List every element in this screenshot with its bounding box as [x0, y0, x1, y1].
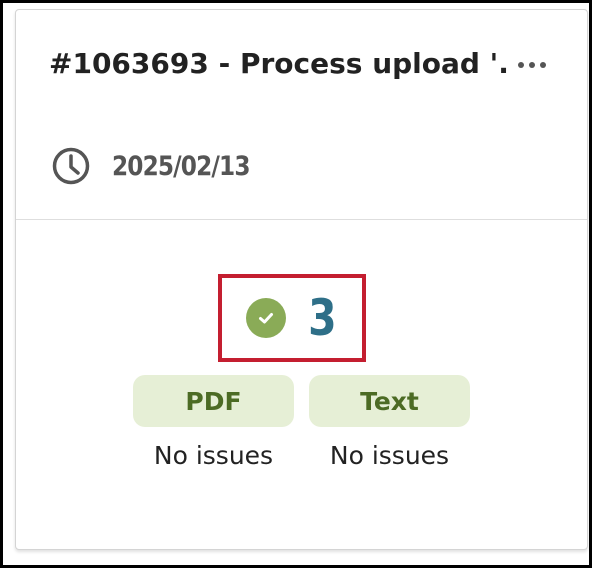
check-circle-icon — [245, 298, 286, 338]
pdf-check-badge[interactable]: PDF — [133, 375, 294, 427]
job-date: 2025/02/13 — [112, 150, 250, 182]
more-dot — [529, 62, 535, 68]
text-check-badge[interactable]: Text — [309, 375, 470, 427]
more-dot — [518, 62, 524, 68]
card-divider — [16, 219, 587, 220]
more-options-button[interactable] — [512, 48, 552, 82]
pdf-check-status: No issues — [153, 441, 274, 470]
job-title[interactable]: #1063693 - Process upload '... — [49, 44, 509, 84]
check-count: 3 — [307, 289, 337, 347]
text-check-status: No issues — [329, 441, 450, 470]
check-count-highlight[interactable]: 3 — [218, 274, 366, 362]
job-card: #1063693 - Process upload '... 2025/02/1… — [15, 9, 588, 550]
screenshot-frame: #1063693 - Process upload '... 2025/02/1… — [0, 0, 592, 568]
date-row: 2025/02/13 — [51, 144, 272, 188]
more-dot — [540, 62, 546, 68]
clock-icon — [52, 147, 90, 185]
